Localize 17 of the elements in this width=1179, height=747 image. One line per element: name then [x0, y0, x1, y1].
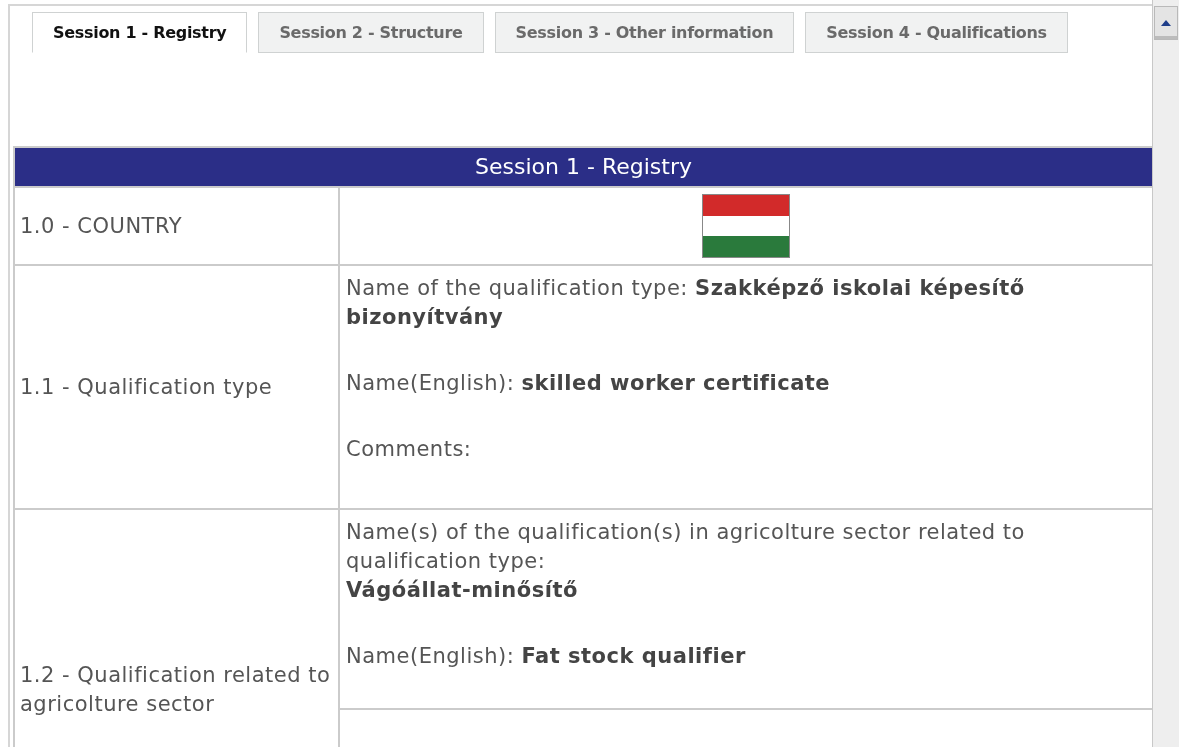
field-text: Name of the qualification type: Szakképző iskolai képesítő bizonyítvány — [346, 275, 1026, 331]
tab[interactable]: Session 4 - Qualifications — [805, 12, 1068, 53]
tab[interactable]: Session 2 - Structure — [258, 12, 484, 53]
scrollbar[interactable] — [1152, 0, 1179, 747]
field-text: Name(English): skilled worker certificate — [346, 370, 832, 397]
scroll-up-button[interactable] — [1154, 6, 1178, 40]
section-header: Session 1 - Registry — [15, 148, 1152, 188]
field-text: Name(English): Fat stock qualifier — [346, 643, 747, 670]
field-text: Comments: — [346, 436, 473, 463]
field-text: Name(s) of the qualification(s) in agricolture sector related to qualification type: Vágóállat-minősítő — [346, 519, 1026, 604]
tab[interactable]: Session 1 - Registry — [32, 12, 248, 53]
up-arrow-icon — [1161, 20, 1171, 26]
tab[interactable]: Session 3 - Other information — [494, 12, 795, 53]
row-label: 1.0 - COUNTRY — [20, 212, 182, 240]
row-label: 1.1 - Qualification type — [20, 373, 273, 401]
row-label: 1.2 - Qualification related to agricolture sector — [20, 662, 332, 718]
flag-icon — [702, 194, 790, 258]
